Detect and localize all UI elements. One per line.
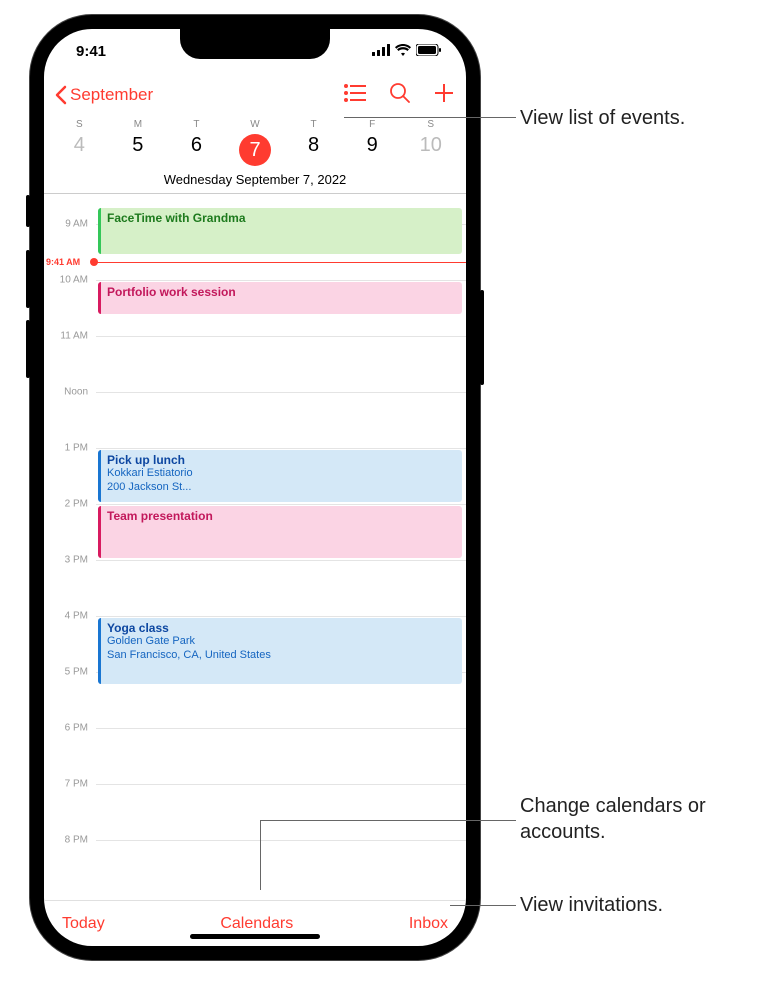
list-view-icon[interactable] (344, 84, 366, 107)
day-letter: T (167, 119, 226, 130)
hour-label: 8 PM (44, 835, 92, 846)
callout-text: View invitations. (520, 892, 663, 918)
power-button[interactable] (480, 290, 484, 385)
battery-icon (416, 43, 442, 60)
event-facetime-grandma[interactable]: FaceTime with Grandma (98, 208, 462, 254)
day-number[interactable]: 4 (50, 134, 109, 166)
callout-line (344, 117, 516, 118)
day-letter: S (50, 119, 109, 130)
event-yoga-class[interactable]: Yoga class Golden Gate Park San Francisc… (98, 618, 462, 684)
volume-down-button[interactable] (26, 320, 30, 378)
timeline[interactable]: 9 AM 10 AM 11 AM Noon 1 PM 2 PM 3 PM 4 P… (44, 194, 466, 900)
add-event-icon[interactable] (434, 83, 454, 108)
hour-label: 4 PM (44, 611, 92, 622)
day-number[interactable]: 5 (109, 134, 168, 166)
event-title: Team presentation (107, 509, 456, 523)
phone-frame: 9:41 September (30, 15, 480, 960)
day-number[interactable]: 6 (167, 134, 226, 166)
today-button[interactable]: Today (62, 915, 105, 933)
event-subtitle: San Francisco, CA, United States (107, 649, 456, 662)
event-subtitle: Kokkari Estiatorio (107, 467, 456, 480)
bottom-toolbar: Today Calendars Inbox (44, 900, 466, 946)
callout-line (260, 820, 516, 821)
hour-label: 10 AM (44, 275, 92, 286)
day-letter: W (226, 119, 285, 130)
event-title: FaceTime with Grandma (107, 211, 456, 225)
day-letter: S (401, 119, 460, 130)
week-header: S M T W T F S 4 5 6 7 8 9 10 Wednesday S… (44, 117, 466, 193)
callout-text: Change calendars or accounts. (520, 793, 774, 845)
hour-label: 6 PM (44, 723, 92, 734)
event-title: Portfolio work session (107, 285, 456, 299)
week-day-numbers: 4 5 6 7 8 9 10 (50, 130, 460, 172)
callout-line (450, 905, 516, 906)
screen: 9:41 September (44, 29, 466, 946)
search-icon[interactable] (390, 83, 410, 108)
hour-label: 1 PM (44, 443, 92, 454)
cellular-icon (372, 43, 390, 60)
mute-switch[interactable] (26, 195, 30, 227)
wifi-icon (395, 43, 411, 60)
event-title: Yoga class (107, 621, 456, 635)
week-day-letters: S M T W T F S (50, 117, 460, 130)
status-time: 9:41 (76, 43, 106, 60)
calendars-button[interactable]: Calendars (220, 915, 293, 933)
event-pick-up-lunch[interactable]: Pick up lunch Kokkari Estiatorio 200 Jac… (98, 450, 462, 502)
volume-up-button[interactable] (26, 250, 30, 308)
selected-date-label: Wednesday September 7, 2022 (50, 172, 460, 193)
hour-label: 5 PM (44, 667, 92, 678)
notch (180, 29, 330, 59)
day-number[interactable]: 10 (401, 134, 460, 166)
hour-label: 3 PM (44, 555, 92, 566)
hour-label: 11 AM (44, 331, 92, 342)
back-button[interactable]: September (54, 85, 153, 105)
callout-line (260, 820, 261, 890)
event-portfolio-work[interactable]: Portfolio work session (98, 282, 462, 314)
day-letter: M (109, 119, 168, 130)
day-number-selected[interactable]: 7 (226, 134, 285, 166)
hour-label: 7 PM (44, 779, 92, 790)
event-title: Pick up lunch (107, 453, 456, 467)
event-subtitle: 200 Jackson St... (107, 481, 456, 494)
hour-label: 9 AM (44, 219, 92, 230)
nav-bar: September (44, 73, 466, 117)
day-letter: T (284, 119, 343, 130)
day-letter: F (343, 119, 402, 130)
inbox-button[interactable]: Inbox (409, 915, 448, 933)
back-label: September (70, 85, 153, 105)
day-number[interactable]: 8 (284, 134, 343, 166)
hour-label: 2 PM (44, 499, 92, 510)
home-indicator[interactable] (190, 934, 320, 939)
now-indicator-label: 9:41 AM (44, 256, 82, 268)
hour-label: Noon (44, 387, 92, 398)
event-team-presentation[interactable]: Team presentation (98, 506, 462, 558)
callout-text: View list of events. (520, 105, 685, 131)
day-number[interactable]: 9 (343, 134, 402, 166)
event-subtitle: Golden Gate Park (107, 635, 456, 648)
now-indicator-line (94, 262, 466, 263)
